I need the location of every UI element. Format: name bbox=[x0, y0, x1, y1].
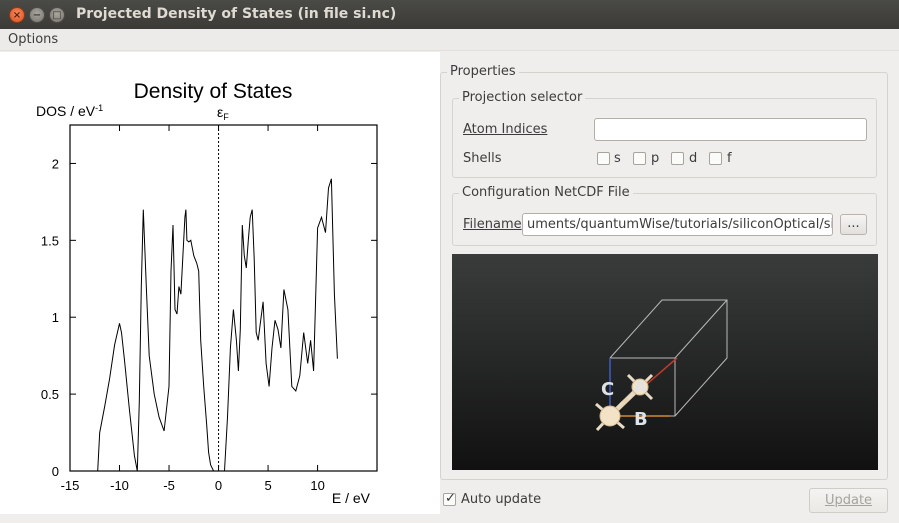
fermi-label-subscript: F bbox=[223, 112, 229, 122]
chart-title: Density of States bbox=[134, 80, 293, 103]
fermi-label: εF bbox=[217, 104, 229, 122]
shell-f-label: f bbox=[727, 151, 732, 166]
shell-s-checkbox[interactable] bbox=[597, 152, 610, 165]
shell-p-checkbox[interactable] bbox=[633, 152, 646, 165]
shell-s-label: s bbox=[614, 151, 621, 166]
app-window: × − □ Projected Density of States (in fi… bbox=[0, 0, 899, 523]
y-tick-label: 1 bbox=[52, 310, 59, 325]
si-atom-1 bbox=[599, 405, 621, 427]
y-axis-label-main: DOS / eV bbox=[36, 103, 96, 119]
axis-ticks: -15 -10 -5 0 5 10 0 0.5 1 1.5 2 bbox=[41, 125, 377, 493]
atom-indices-input[interactable] bbox=[594, 118, 867, 141]
x-tick-label: -10 bbox=[110, 478, 129, 493]
menu-options[interactable]: Options bbox=[8, 32, 58, 47]
structure-viewer[interactable]: C A B bbox=[452, 254, 878, 470]
y-axis-label-superscript: -1 bbox=[95, 103, 103, 113]
y-tick-label: 1.5 bbox=[41, 233, 59, 248]
y-tick-label: 2 bbox=[52, 156, 59, 171]
filename-input[interactable]: uments/quantumWise/tutorials/siliconOpti… bbox=[522, 213, 833, 236]
minimize-button[interactable]: − bbox=[29, 7, 45, 23]
axis-label-b: B bbox=[634, 409, 648, 430]
update-button[interactable]: Update bbox=[809, 488, 888, 513]
axis-label-a: A bbox=[634, 377, 647, 396]
browse-button[interactable]: ... bbox=[840, 214, 867, 235]
shell-d-label: d bbox=[689, 151, 698, 166]
menu-bar: Options bbox=[0, 29, 899, 51]
unit-cell-mid-edges bbox=[610, 299, 728, 359]
auto-update-label: Auto update bbox=[461, 492, 542, 507]
filename-label: Filename bbox=[463, 217, 522, 232]
maximize-button[interactable]: □ bbox=[49, 7, 65, 23]
properties-title: Properties bbox=[447, 64, 519, 79]
plot-frame bbox=[69, 124, 378, 472]
x-axis-label: E / eV bbox=[332, 490, 371, 506]
shell-f-checkbox[interactable] bbox=[709, 152, 722, 165]
title-bar: × − □ Projected Density of States (in fi… bbox=[0, 0, 899, 29]
structure-canvas: C A B bbox=[595, 299, 728, 432]
update-button-label: Update bbox=[824, 493, 873, 508]
y-axis-label: DOS / eV-1 bbox=[36, 103, 103, 119]
shell-d-checkbox[interactable] bbox=[671, 152, 684, 165]
shell-p-label: p bbox=[651, 151, 660, 166]
dos-series-line bbox=[97, 178, 338, 472]
atom-indices-label: Atom Indices bbox=[463, 122, 548, 137]
close-button[interactable]: × bbox=[9, 7, 25, 23]
x-tick-label: -15 bbox=[61, 478, 80, 493]
y-tick-label: 0.5 bbox=[41, 387, 59, 402]
x-tick-label: 0 bbox=[215, 478, 222, 493]
auto-update-checkbox[interactable] bbox=[443, 491, 456, 506]
projection-selector-title: Projection selector bbox=[459, 90, 586, 105]
window-title: Projected Density of States (in file si.… bbox=[76, 6, 397, 22]
x-tick-label: 10 bbox=[310, 478, 324, 493]
shells-label: Shells bbox=[463, 151, 502, 166]
y-tick-label: 0 bbox=[52, 464, 59, 479]
x-tick-label: -5 bbox=[163, 478, 175, 493]
axis-label-c: C bbox=[601, 379, 614, 400]
x-tick-label: 5 bbox=[264, 478, 271, 493]
dos-plot-panel: Density of States DOS / eV-1 εF E / eV -… bbox=[0, 52, 440, 514]
dos-chart: Density of States DOS / eV-1 εF E / eV -… bbox=[36, 80, 378, 506]
config-file-title: Configuration NetCDF File bbox=[459, 185, 633, 200]
